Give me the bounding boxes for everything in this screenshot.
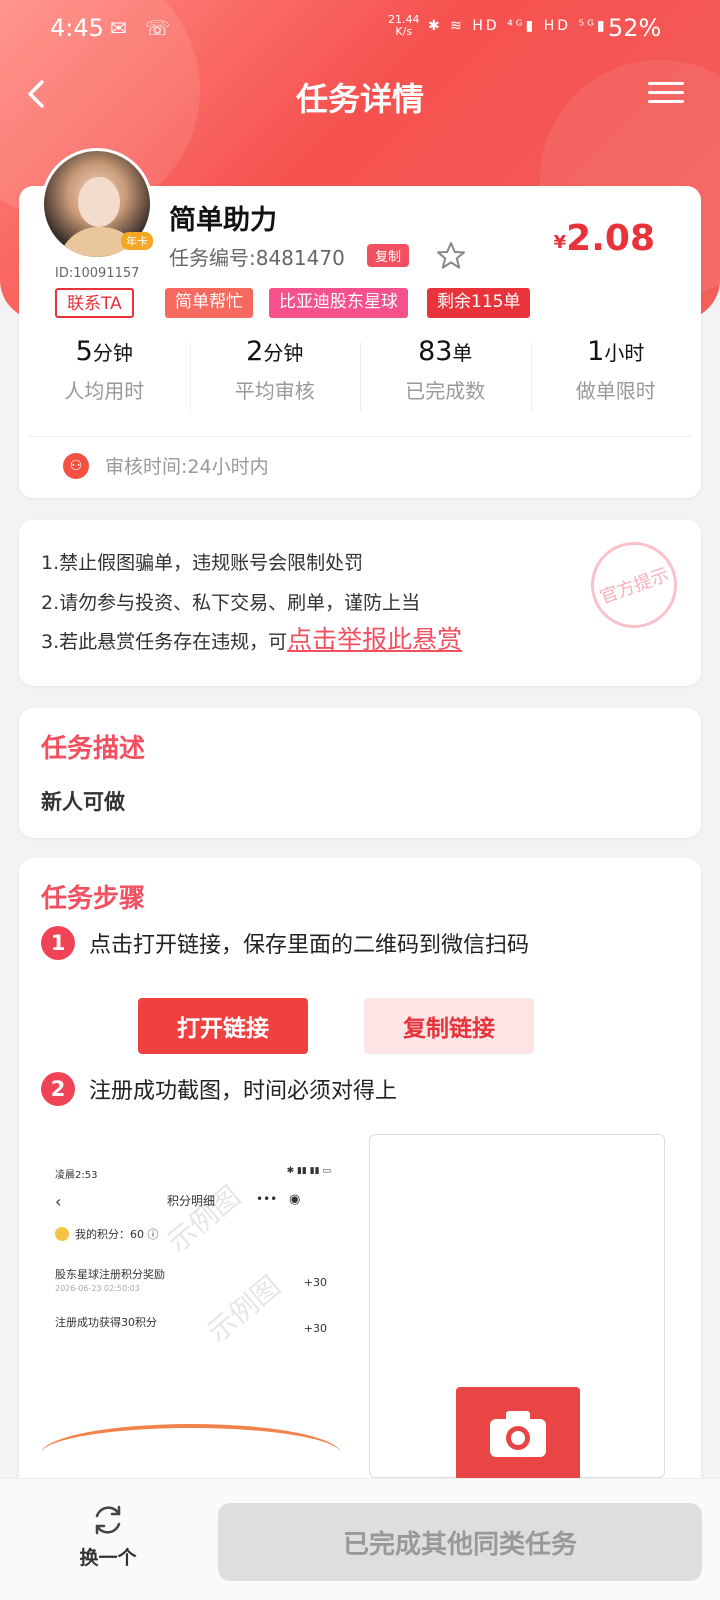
notice-line: 1.禁止假图骗单，违规账号会限制处罚 (41, 552, 364, 574)
vip-badge: 年卡 (121, 232, 153, 250)
sample-target-icon: ◉ (289, 1192, 301, 1207)
stat-label: 做单限时 (575, 379, 656, 403)
step-text: 注册成功截图，时间必须对得上 (89, 1079, 398, 1104)
description-card: 任务描述 新人可做 (19, 708, 701, 838)
audit-time-text: 审核时间:24小时内 (105, 456, 269, 478)
task-tag: 比亚迪股东星球 (269, 288, 408, 318)
notice-line-text: 3.若此悬赏任务存在违规，可 (41, 631, 288, 653)
steps-card: 任务步骤 1 点击打开链接，保存里面的二维码到微信扫码 打开链接 复制链接 2 … (19, 858, 701, 1479)
stat-label: 平均审核 (234, 379, 315, 403)
contact-button[interactable]: 联系TA (55, 288, 134, 318)
net-speed-unit: K/s (395, 25, 413, 38)
stat-item: 1小时 做单限时 (530, 336, 702, 416)
audit-time: ⚇ 审核时间:24小时内 (63, 452, 269, 479)
description-text: 新人可做 (41, 790, 125, 814)
sample-row-title: 注册成功获得30积分 (55, 1316, 157, 1329)
sample-row-value: +30 (303, 1322, 327, 1335)
stat-item: 2分钟 平均审核 (189, 336, 361, 416)
reward-price: ¥2.08 (554, 218, 655, 259)
notification-icons: ✉ ☏ (110, 16, 177, 40)
task-info-card: 年卡 ID:10091157 简单助力 任务编号:8481470 复制 ¥2.0… (19, 148, 701, 498)
sample-status-icons: ✱ ▮▮ ▮▮ ▭ (286, 1166, 331, 1176)
status-time: 4:45 (50, 14, 104, 42)
menu-icon[interactable] (648, 76, 684, 112)
user-id: ID:10091157 (55, 266, 140, 281)
stat-item: 83单 已完成数 (360, 336, 531, 416)
decor-swoosh (41, 1424, 341, 1478)
step-1: 1 点击打开链接，保存里面的二维码到微信扫码 (41, 926, 529, 960)
section-title: 任务描述 (41, 734, 146, 764)
section-title: 任务步骤 (41, 884, 146, 914)
task-name: 简单助力 (169, 205, 277, 236)
nav-bar: 任务详情 (0, 62, 720, 126)
sample-more-icon: ••• (256, 1192, 278, 1206)
signal-icons: ✱ ≋ HD ⁴ᴳ▮ HD ⁵ᴳ▮ (428, 18, 608, 34)
step-number: 1 (41, 926, 75, 960)
stat-label: 人均用时 (64, 379, 145, 403)
page-title: 任务详情 (295, 80, 424, 118)
step-number: 2 (41, 1072, 75, 1106)
camera-icon[interactable] (456, 1387, 580, 1479)
upload-area[interactable] (369, 1134, 665, 1479)
completed-similar-button[interactable]: 已完成其他同类任务 (218, 1503, 702, 1581)
watermark: 示例图 (161, 1179, 247, 1259)
bottom-bar: 换一个 已完成其他同类任务 (0, 1478, 720, 1600)
network-speed: 21.44 K/s (388, 14, 420, 38)
notice-line: 2.请勿参与投资、私下交易、刷单，谨防上当 (41, 592, 421, 614)
task-stats: 5分钟 人均用时 2分钟 平均审核 83单 已完成数 1小时 做单限时 (19, 336, 701, 416)
copy-task-number-button[interactable]: 复制 (367, 244, 410, 267)
task-number: 任务编号:8481470 (169, 246, 345, 270)
sample-row-date: 2026-06-23 02:50:03 (55, 1284, 140, 1293)
notice-card: 1.禁止假图骗单，违规账号会限制处罚 2.请勿参与投资、私下交易、刷单，谨防上当… (19, 520, 701, 686)
notice-line: 3.若此悬赏任务存在违规，可点击举报此悬赏 (41, 620, 462, 656)
watermark: 示例图 (201, 1269, 287, 1349)
remaining-tag: 剩余115单 (427, 288, 531, 318)
swap-button[interactable]: 换一个 (70, 1501, 146, 1570)
price-currency: ¥ (553, 232, 567, 253)
step-2: 2 注册成功截图，时间必须对得上 (41, 1072, 397, 1106)
sample-row-title: 股东星球注册积分奖励 (55, 1268, 165, 1281)
star-icon[interactable] (435, 240, 467, 272)
battery-level: 52% (608, 14, 662, 42)
open-link-button[interactable]: 打开链接 (138, 998, 308, 1054)
report-link[interactable]: 点击举报此悬赏 (287, 625, 462, 654)
price-amount: 2.08 (566, 218, 655, 259)
step-text: 点击打开链接，保存里面的二维码到微信扫码 (89, 933, 530, 958)
coin-icon (55, 1227, 69, 1241)
copy-link-button[interactable]: 复制链接 (364, 998, 534, 1054)
task-tag: 简单帮忙 (165, 288, 253, 318)
swap-label: 换一个 (79, 1547, 137, 1569)
sample-points: 我的积分：60 ⓘ (55, 1226, 159, 1242)
divider (27, 436, 693, 437)
stat-item: 5分钟 人均用时 (19, 336, 190, 416)
sample-status-time: 凌晨2:53 (55, 1170, 98, 1181)
official-stamp: 官方提示 (578, 529, 690, 641)
stat-label: 已完成数 (405, 379, 486, 403)
sample-row-value: +30 (303, 1276, 327, 1289)
refresh-icon (89, 1501, 127, 1539)
status-bar: 4:45 ✉ ☏ 21.44 K/s ✱ ≋ HD ⁴ᴳ▮ HD ⁵ᴳ▮ 52% (0, 0, 720, 62)
audit-icon: ⚇ (63, 452, 89, 479)
sample-screenshot[interactable]: 凌晨2:53 ✱ ▮▮ ▮▮ ▭ ‹ 积分明细 ••• ◉ 我的积分：60 ⓘ … (41, 1158, 341, 1478)
